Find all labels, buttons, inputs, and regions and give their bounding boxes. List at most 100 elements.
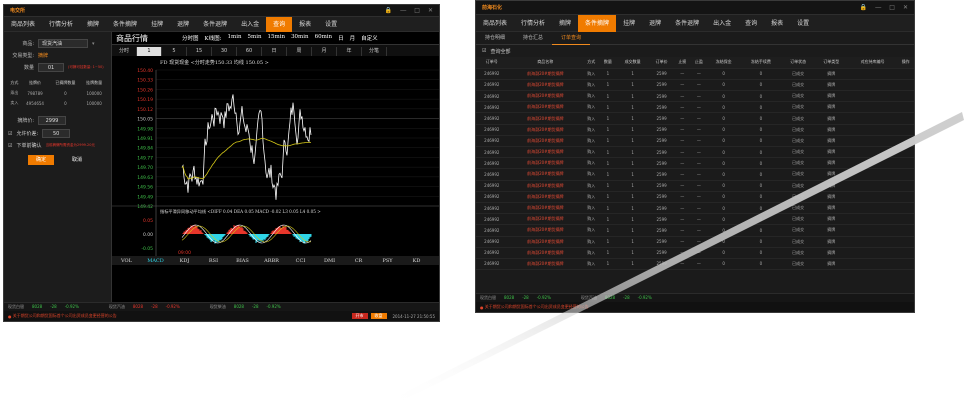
period-tab-7[interactable]: 周: [287, 47, 312, 56]
table-row[interactable]: 246992 前海渤20#期货摘牌 购入 1 1 2599— —0 0 已成交 摘牌: [476, 224, 914, 237]
period-tab-5[interactable]: 60: [237, 47, 262, 56]
ticker-item[interactable]: 现货汽油 8028 -28 -0.92%: [109, 304, 180, 310]
chevron-down-icon[interactable]: ▾: [92, 41, 95, 47]
table-row[interactable]: 246992 前海渤20#期货摘牌 购入 1 1 2599— —0 0 已成交 摘牌: [476, 90, 914, 103]
menu-item-8[interactable]: 查询: [266, 16, 293, 32]
menu-item-7[interactable]: 出入金: [234, 17, 266, 32]
price-input[interactable]: 2999: [38, 116, 66, 125]
state-button[interactable]: 收盘: [370, 313, 387, 319]
menu-item-1[interactable]: 行情分析: [42, 17, 80, 32]
period-tab-8[interactable]: 月: [312, 47, 337, 56]
table-row[interactable]: 246992 前海渤20#期货摘牌 购入 1 1 2599— —0 0 已成交 摘牌: [476, 258, 914, 271]
table-row[interactable]: 246992 前海渤20#期货摘牌 购入 1 1 2599— —0 0 已成交 摘牌: [476, 157, 914, 170]
table-row[interactable]: 246992 前海渤20#期货摘牌 购入 1 1 2599— —0 0 已成交 摘牌: [476, 124, 914, 136]
menu-item-10[interactable]: 设置: [318, 17, 344, 32]
table-row[interactable]: 246992 前海渤20#期货摘牌 购入 1 1 2599— —0 0 已成交 摘牌: [476, 79, 914, 92]
period-tab-9[interactable]: 年: [337, 47, 362, 56]
chart-tab-3[interactable]: 5min: [248, 34, 262, 42]
order-cell-action[interactable]: [897, 135, 914, 148]
close-icon[interactable]: ✕: [428, 7, 433, 14]
qty-input[interactable]: 01: [38, 63, 64, 72]
subtab-2[interactable]: 订单查询: [552, 32, 591, 45]
chart-tab-7[interactable]: 日: [338, 34, 344, 42]
menu-item-8[interactable]: 查询: [738, 15, 764, 32]
table-row[interactable]: 246992 前海渤20#期货摘牌 购入 1 1 2599— —0 0 已成交 摘牌: [476, 135, 914, 148]
menu-item-2[interactable]: 摘牌: [80, 17, 106, 32]
order-cell-action[interactable]: [897, 258, 914, 271]
indicator-tab-9[interactable]: PSY: [373, 258, 402, 264]
confirm-checkbox[interactable]: ☑: [8, 143, 12, 149]
indicator-tab-8[interactable]: CR: [344, 258, 373, 264]
order-cell-action[interactable]: [897, 146, 914, 159]
order-cell-action[interactable]: [897, 112, 914, 125]
book-row[interactable]: 乘出 798789 0 100000: [8, 88, 107, 98]
lock-icon[interactable]: 🔒: [860, 4, 867, 11]
table-row[interactable]: 246992 前海渤20#期货摘牌 购入 1 1 2599— —0 0 已成交 摘牌: [476, 112, 914, 125]
left-notice-text[interactable]: 关于期货公司和期货国际首个公司出资成员变更经营的公告: [13, 313, 117, 319]
indicator-tab-1[interactable]: MACD: [141, 258, 170, 264]
period-tab-6[interactable]: 日: [262, 47, 287, 56]
period-tab-2[interactable]: 5: [162, 47, 187, 56]
menu-item-3[interactable]: 条件摘牌: [578, 14, 617, 32]
menu-item-5[interactable]: 退牌: [642, 15, 668, 32]
ticker-item[interactable]: 现货柴油 8028 -28 -0.92%: [210, 304, 281, 310]
chart-tab-1[interactable]: K线图:: [205, 34, 222, 42]
maximize-icon[interactable]: □: [889, 4, 895, 11]
menu-item-3[interactable]: 条件摘牌: [106, 17, 144, 32]
indicator-tab-0[interactable]: VOL: [112, 258, 141, 264]
order-cell-action[interactable]: [897, 224, 914, 237]
chart-tab-0[interactable]: 分时图: [182, 34, 199, 42]
menu-item-5[interactable]: 退牌: [170, 17, 196, 32]
menu-item-6[interactable]: 条件退牌: [668, 15, 706, 32]
table-row[interactable]: 246992 前海渤20#期货摘牌 购入 1 1 2599— —0 0 已成交 摘牌: [476, 101, 914, 114]
close-icon[interactable]: ✕: [903, 4, 908, 11]
table-row[interactable]: 246992 前海渤20#期货摘牌 购入 1 1 2599— —0 0 已成交 摘牌: [476, 202, 914, 215]
indicator-tab-2[interactable]: KDJ: [170, 258, 199, 264]
period-tab-4[interactable]: 30: [212, 47, 237, 56]
maximize-icon[interactable]: □: [414, 7, 420, 14]
lock-icon[interactable]: 🔒: [385, 7, 392, 14]
table-row[interactable]: 246992 前海渤20#期货摘牌 购入 1 1 2599— —0 0 已成交 摘牌: [476, 146, 914, 159]
menu-item-4[interactable]: 挂牌: [616, 15, 642, 32]
order-cell-action[interactable]: [897, 157, 914, 170]
order-cell-action[interactable]: [897, 124, 914, 136]
indicator-tab-7[interactable]: DMI: [315, 258, 344, 264]
menu-item-0[interactable]: 商品列表: [4, 17, 42, 32]
table-row[interactable]: 246992 前海渤20#期货摘牌 购入 1 1 2599— —0 0 已成交 摘牌: [476, 213, 914, 226]
chart-tab-6[interactable]: 60min: [315, 34, 333, 42]
product-select[interactable]: 现货汽油: [38, 39, 88, 48]
period-tab-10[interactable]: 分笔: [362, 47, 387, 56]
ticker-item[interactable]: 现货白银 8028 -28 -0.92%: [480, 295, 551, 301]
subtab-0[interactable]: 持仓明细: [476, 32, 514, 45]
ok-button[interactable]: 确定: [28, 155, 55, 165]
order-cell-action[interactable]: [897, 68, 914, 80]
order-cell-action[interactable]: [897, 168, 914, 181]
chart-tab-8[interactable]: 月: [350, 34, 356, 42]
table-row[interactable]: 246992 前海渤20#期货摘牌 购入 1 1 2599— —0 0 已成交 摘牌: [476, 168, 914, 181]
order-cell-action[interactable]: [897, 90, 914, 103]
order-cell-action[interactable]: [897, 236, 914, 248]
menu-item-1[interactable]: 行情分析: [514, 15, 552, 32]
deviation-input[interactable]: 50: [42, 129, 71, 138]
ticker-item[interactable]: 现货白银 8028 -28 -0.92%: [8, 304, 79, 310]
book-row[interactable]: 卖入 4954654 0 100000: [8, 98, 107, 108]
order-cell-action[interactable]: [897, 79, 914, 92]
ticker-item[interactable]: 现货汽油 8028 -28 -0.92%: [581, 295, 652, 301]
table-row[interactable]: 246992 前海渤20#期货摘牌 购入 1 1 2599— —0 0 已成交 摘牌: [476, 191, 914, 203]
menu-item-9[interactable]: 报表: [292, 17, 318, 32]
chart-tab-5[interactable]: 30min: [291, 34, 309, 42]
indicator-tab-5[interactable]: ARBR: [257, 258, 286, 264]
order-cell-action[interactable]: [897, 213, 914, 226]
menu-item-0[interactable]: 商品列表: [476, 15, 514, 32]
order-cell-action[interactable]: [897, 202, 914, 215]
subtab-1[interactable]: 持仓汇总: [514, 32, 552, 45]
order-cell-action[interactable]: [897, 191, 914, 203]
table-row[interactable]: 246992 前海渤20#期货摘牌 购入 1 1 2599— —0 0 已成交 摘牌: [476, 180, 914, 192]
minimize-icon[interactable]: ―: [875, 4, 881, 11]
chart-tab-2[interactable]: 1min: [227, 34, 241, 42]
deviation-checkbox[interactable]: ☑: [8, 131, 12, 137]
open-button[interactable]: 开市: [351, 313, 368, 319]
period-tab-1[interactable]: 1: [137, 47, 162, 56]
order-cell-action[interactable]: [897, 247, 914, 259]
chart-tab-4[interactable]: 15min: [268, 34, 286, 42]
